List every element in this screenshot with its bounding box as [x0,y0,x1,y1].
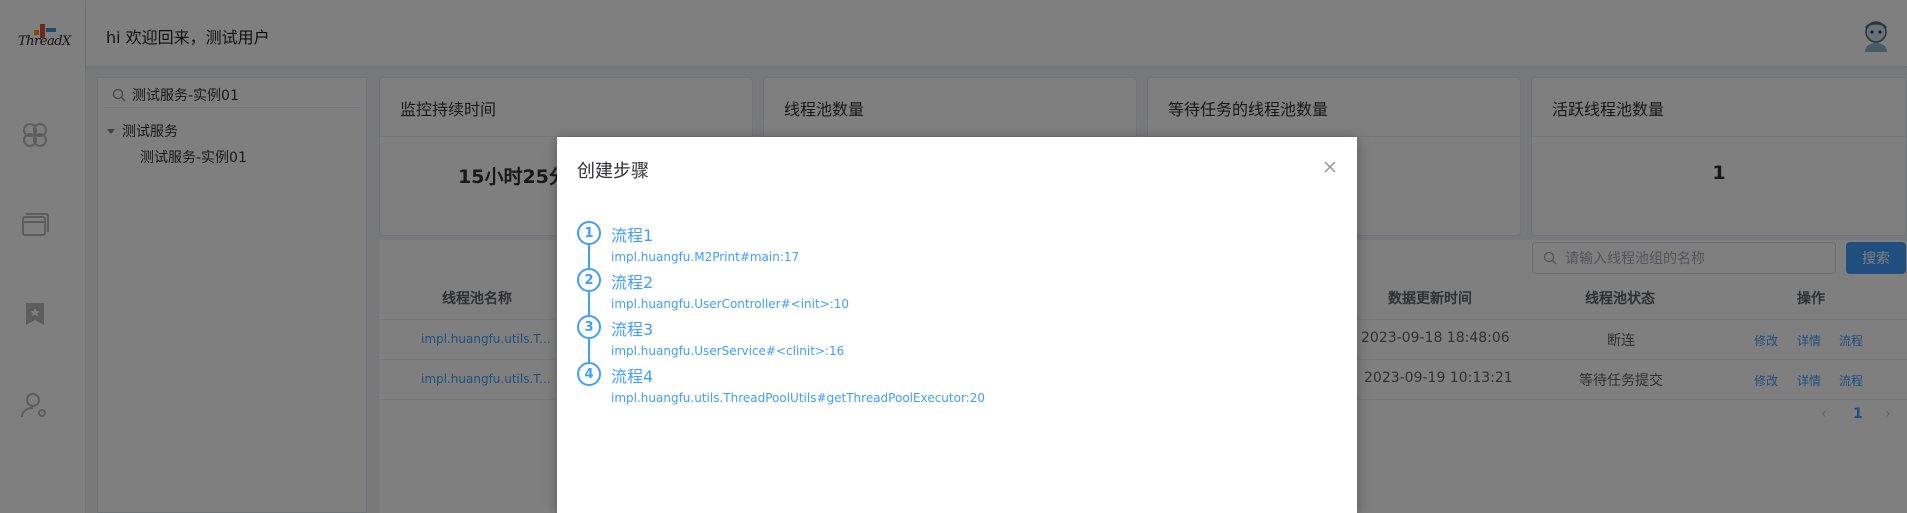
step-title: 流程2 [611,273,654,292]
step-number: 2 [577,268,601,292]
step-description: impl.huangfu.utils.ThreadPoolUtils#getTh… [611,391,985,405]
step-connector [588,292,590,315]
close-icon[interactable] [1323,159,1337,173]
create-steps-dialog: 创建步骤 1 流程1 impl.huangfu.M2Print#main:17 … [557,137,1357,513]
step-number: 4 [577,362,601,386]
step-title: 流程4 [611,367,654,386]
step-title: 流程1 [611,226,654,245]
step-description: impl.huangfu.UserService#<clinit>:16 [611,344,845,358]
step-connector [588,339,590,362]
step-number: 3 [577,315,601,339]
step-description: impl.huangfu.M2Print#main:17 [611,250,800,264]
dialog-title: 创建步骤 [577,161,649,182]
step-connector [588,245,590,268]
step-title: 流程3 [611,320,654,339]
step-description: impl.huangfu.UserController#<init>:10 [611,297,850,311]
step-number: 1 [577,221,601,245]
